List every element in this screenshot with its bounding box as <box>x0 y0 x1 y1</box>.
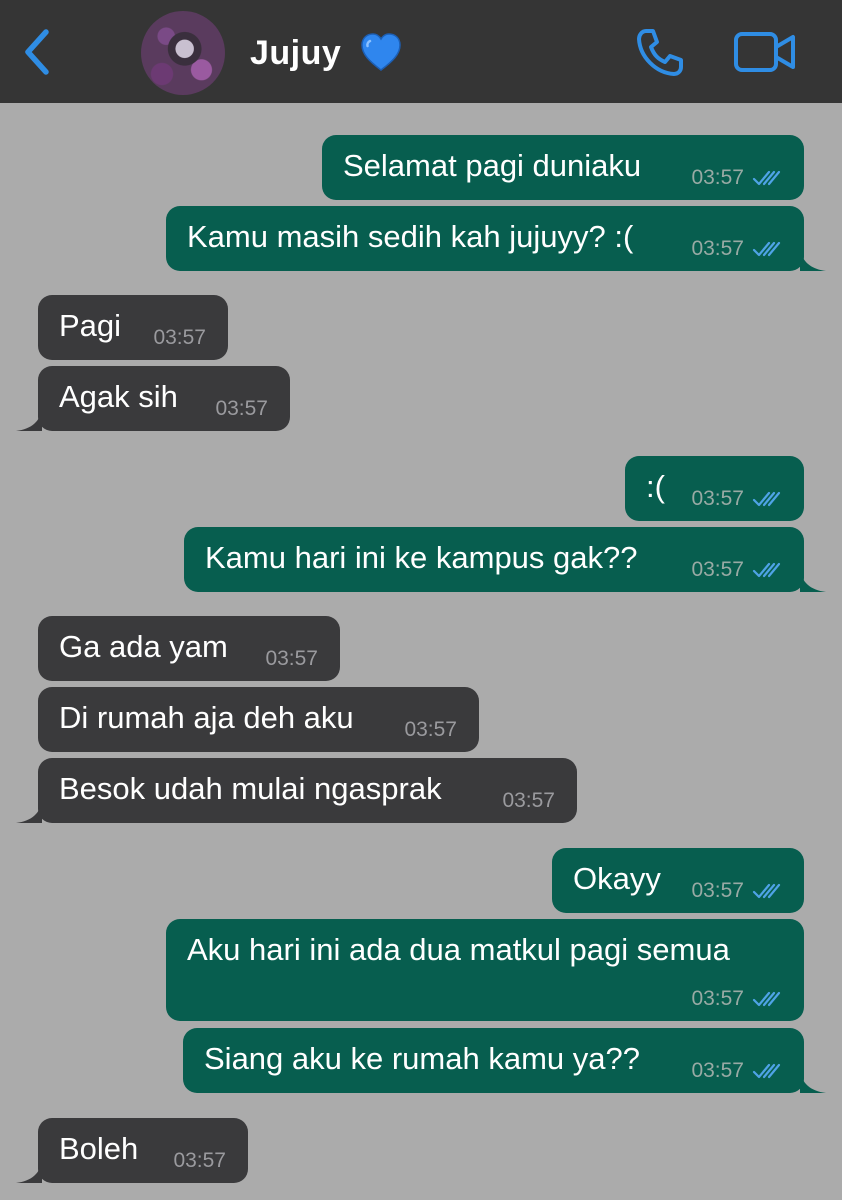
message-time: 03:57 <box>691 558 744 581</box>
message-time: 03:57 <box>691 487 744 510</box>
double-check-icon <box>752 883 781 899</box>
chevron-left-icon <box>25 29 49 75</box>
bubble-tail <box>16 409 42 431</box>
message-time: 03:57 <box>691 879 744 902</box>
message-incoming[interactable]: Ga ada yam 03:57 <box>38 616 340 681</box>
message-time: 03:57 <box>173 1149 226 1172</box>
message-time: 03:57 <box>691 237 744 260</box>
message-incoming[interactable]: Agak sih 03:57 <box>16 366 290 431</box>
message-time: 03:57 <box>404 718 457 741</box>
bubble-tail <box>16 801 42 823</box>
contact-name[interactable]: Jujuy <box>250 34 341 73</box>
bubble-tail <box>16 1161 42 1183</box>
message-outgoing[interactable]: Siang aku ke rumah kamu ya?? 03:57 <box>183 1028 826 1093</box>
bubble-tail <box>800 570 826 592</box>
video-call-button[interactable] <box>733 30 797 74</box>
message-incoming[interactable]: Besok udah mulai ngasprak 03:57 <box>16 758 577 823</box>
message-text: Agak sih <box>59 379 178 414</box>
message-outgoing[interactable]: Okayy 03:57 <box>552 848 804 913</box>
message-outgoing[interactable]: :( 03:57 <box>625 456 804 521</box>
message-incoming[interactable]: Di rumah aja deh aku 03:57 <box>38 687 479 752</box>
double-check-icon <box>752 562 781 578</box>
message-time: 03:57 <box>502 789 555 812</box>
message-text: Siang aku ke rumah kamu ya?? <box>204 1041 640 1076</box>
double-check-icon <box>752 170 781 186</box>
message-text: Besok udah mulai ngasprak <box>59 771 442 806</box>
message-text: Kamu masih sedih kah jujuyy? :( <box>187 219 634 254</box>
message-outgoing[interactable]: Kamu masih sedih kah jujuyy? :( 03:57 <box>166 206 826 271</box>
message-time: 03:57 <box>691 166 744 189</box>
message-text: Selamat pagi duniaku <box>343 148 642 183</box>
contact-avatar[interactable] <box>141 11 225 95</box>
message-outgoing[interactable]: Selamat pagi duniaku 03:57 <box>322 135 804 200</box>
message-outgoing[interactable]: Kamu hari ini ke kampus gak?? 03:57 <box>184 527 826 592</box>
message-time: 03:57 <box>691 1059 744 1082</box>
message-incoming[interactable]: Pagi 03:57 <box>38 295 228 360</box>
message-time: 03:57 <box>265 647 318 670</box>
blue-heart-icon <box>361 33 401 71</box>
message-text: Kamu hari ini ke kampus gak?? <box>205 540 638 575</box>
message-text: Aku hari ini ada dua matkul pagi semua <box>187 932 730 967</box>
message-text: :( <box>646 469 665 504</box>
video-camera-icon <box>734 32 795 72</box>
message-text: Ga ada yam <box>59 629 228 664</box>
back-button[interactable] <box>18 26 58 78</box>
bubble-tail <box>800 1071 826 1093</box>
chat-header: Jujuy <box>0 0 842 103</box>
message-text: Di rumah aja deh aku <box>59 700 354 735</box>
double-check-icon <box>752 1063 781 1079</box>
double-check-icon <box>752 991 781 1007</box>
voice-call-button[interactable] <box>634 26 686 78</box>
message-outgoing[interactable]: Aku hari ini ada dua matkul pagi semua 0… <box>166 919 804 1021</box>
message-time: 03:57 <box>153 326 206 349</box>
message-incoming[interactable]: Boleh 03:57 <box>16 1118 248 1183</box>
message-text: Boleh <box>59 1131 139 1166</box>
bubble-tail <box>800 249 826 271</box>
message-time: 03:57 <box>215 397 268 420</box>
message-time: 03:57 <box>691 987 744 1010</box>
double-check-icon <box>752 491 781 507</box>
double-check-icon <box>752 241 781 257</box>
phone-icon <box>637 29 683 76</box>
message-text: Okayy <box>573 861 661 896</box>
message-text: Pagi <box>59 308 122 343</box>
